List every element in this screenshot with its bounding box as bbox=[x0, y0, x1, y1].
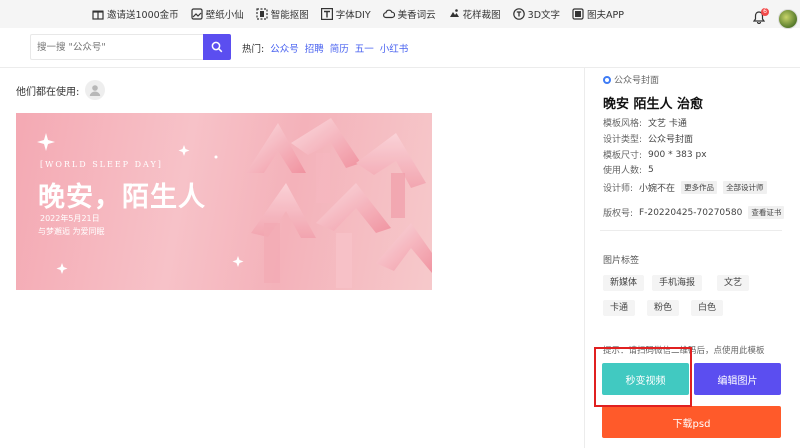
cutout-icon bbox=[256, 8, 268, 20]
designer-name-link[interactable]: 小婉不在 bbox=[639, 181, 675, 194]
hot-keywords: 热门: 公众号 招聘 简历 五一 小红书 bbox=[242, 41, 408, 55]
tool-invite[interactable]: 邀请送1000金币 bbox=[92, 7, 179, 21]
tag-item[interactable]: 粉色 bbox=[647, 300, 680, 316]
crop-icon bbox=[449, 9, 459, 17]
search-box bbox=[30, 34, 231, 60]
tool-cutout[interactable]: 智能抠图 bbox=[256, 7, 309, 21]
search-input[interactable] bbox=[31, 35, 201, 60]
meta-users: 使用人数: 5 bbox=[603, 163, 654, 177]
tool-wordcloud[interactable]: 美香词云 bbox=[382, 7, 436, 21]
tool-3dtext-label: 3D文字 bbox=[527, 10, 561, 21]
user-avatar[interactable] bbox=[778, 9, 798, 29]
meta-copyright-value: F-20220425-70270580 bbox=[639, 207, 743, 218]
tags-heading: 图片标签 bbox=[603, 256, 640, 266]
tag-item[interactable]: 新媒体 bbox=[603, 275, 645, 291]
hot-keyword[interactable]: 公众号 bbox=[270, 41, 299, 55]
meta-type-value: 公众号封面 bbox=[648, 135, 694, 145]
page-title: 晚安 陌生人 治愈 bbox=[603, 97, 704, 112]
tool-app-label: 图夫APP bbox=[587, 10, 625, 21]
cloud-icon bbox=[382, 9, 395, 19]
users-label: 他们都在使用: bbox=[16, 86, 80, 98]
banner-slogan: 与梦邂逅 为爱同眠 bbox=[38, 227, 105, 236]
tool-app[interactable]: 图夫APP bbox=[572, 7, 624, 21]
avatar[interactable] bbox=[85, 80, 106, 100]
meta-size: 模板尺寸: 900 * 383 px bbox=[603, 148, 707, 162]
meta-style: 模板风格: 文艺 卡通 bbox=[603, 116, 687, 129]
font-icon bbox=[320, 8, 333, 20]
meta-copyright: 版权号: F-20220425-70270580 查看证书 bbox=[603, 206, 785, 219]
banner-headline: 晚安，陌生人 bbox=[38, 182, 206, 213]
section-divider bbox=[600, 230, 782, 231]
highlight-box bbox=[594, 347, 692, 407]
meta-type-label: 设计类型: bbox=[603, 135, 643, 145]
tool-crop-label: 花样裁图 bbox=[462, 10, 501, 21]
template-preview[interactable]: [WORLD SLEEP DAY] 晚安，陌生人 2022年5月21日 与梦邂逅… bbox=[16, 113, 432, 290]
search-icon bbox=[211, 41, 223, 53]
text3d-icon bbox=[512, 8, 525, 20]
meta-style-label: 模板风格: bbox=[603, 119, 643, 129]
banner-subtitle: [WORLD SLEEP DAY] bbox=[40, 160, 163, 169]
app-icon bbox=[572, 8, 584, 20]
meta-designer-label: 设计师: bbox=[603, 184, 634, 194]
gift-icon bbox=[92, 10, 104, 20]
tag-item[interactable]: 白色 bbox=[691, 300, 724, 316]
tool-wallpaper[interactable]: 壁纸小仙 bbox=[191, 7, 244, 21]
search-button[interactable] bbox=[203, 34, 231, 60]
tool-3dtext[interactable]: 3D文字 bbox=[512, 7, 561, 21]
meta-style-value: 文艺 卡通 bbox=[648, 119, 687, 129]
tool-font-label: 字体DIY bbox=[335, 10, 371, 21]
meta-users-label: 使用人数: bbox=[603, 166, 643, 176]
meta-type: 设计类型: 公众号封面 bbox=[603, 132, 693, 145]
download-psd-button[interactable]: 下载psd bbox=[602, 406, 781, 438]
hot-keyword[interactable]: 简历 bbox=[330, 41, 349, 55]
view-certificate-button[interactable]: 查看证书 bbox=[748, 206, 785, 219]
meta-designer: 设计师: 小婉不在 更多作品 全部设计师 bbox=[603, 181, 767, 194]
person-icon bbox=[90, 85, 101, 96]
meta-size-value: 900 * 383 px bbox=[648, 149, 707, 160]
tag-item[interactable]: 卡通 bbox=[603, 300, 636, 316]
category-dot-icon bbox=[603, 75, 611, 84]
more-works-button[interactable]: 更多作品 bbox=[681, 181, 718, 194]
top-toolbar: 邀请送1000金币 壁纸小仙 智能抠图 字体DIY 美香词云 花样裁图 3D文字… bbox=[0, 0, 800, 28]
tool-crop[interactable]: 花样裁图 bbox=[448, 7, 501, 21]
hot-label: 热门: bbox=[242, 44, 265, 55]
tool-font[interactable]: 字体DIY bbox=[320, 7, 371, 21]
hot-keyword[interactable]: 五一 bbox=[355, 41, 374, 55]
meta-users-value: 5 bbox=[648, 164, 654, 175]
meta-copyright-label: 版权号: bbox=[603, 209, 634, 219]
tag-item[interactable]: 手机海报 bbox=[652, 275, 703, 291]
banner-date: 2022年5月21日 bbox=[40, 214, 100, 223]
users-row: 他们都在使用: bbox=[16, 80, 106, 100]
header: 热门: 公众号 招聘 简历 五一 小红书 bbox=[0, 28, 800, 68]
hot-keyword[interactable]: 小红书 bbox=[380, 41, 409, 55]
tool-invite-label: 邀请送1000金币 bbox=[107, 10, 179, 21]
breadcrumb[interactable]: 公众号封面 bbox=[603, 73, 659, 86]
tool-wallpaper-label: 壁纸小仙 bbox=[205, 10, 244, 21]
all-designers-button[interactable]: 全部设计师 bbox=[723, 181, 767, 194]
notification-badge: 6 bbox=[761, 8, 769, 16]
meta-size-label: 模板尺寸: bbox=[603, 151, 643, 161]
wallpaper-icon bbox=[191, 8, 203, 20]
tool-wordcloud-label: 美香词云 bbox=[397, 10, 436, 21]
edit-image-button[interactable]: 编辑图片 bbox=[694, 363, 781, 395]
tool-cutout-label: 智能抠图 bbox=[270, 10, 309, 21]
breadcrumb-label: 公众号封面 bbox=[614, 76, 660, 86]
tag-item[interactable]: 文艺 bbox=[717, 275, 750, 291]
hot-keyword[interactable]: 招聘 bbox=[305, 41, 324, 55]
